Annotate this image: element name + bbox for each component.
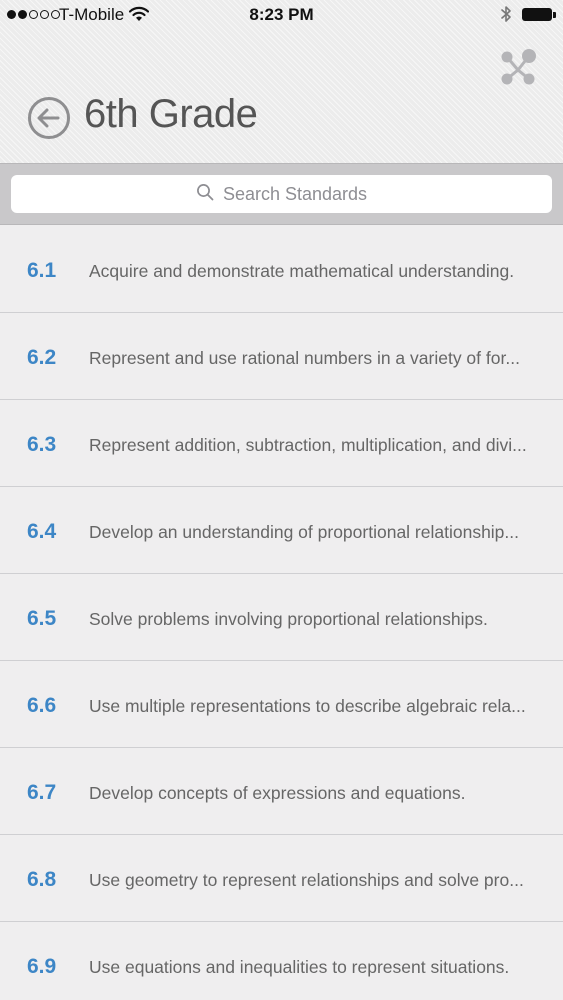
- search-input[interactable]: Search Standards: [11, 175, 552, 213]
- header: T-Mobile 8:23 PM 6th Grade: [0, 0, 563, 163]
- share-button[interactable]: [498, 48, 538, 88]
- standard-description: Develop concepts of expressions and equa…: [89, 783, 466, 803]
- screen: T-Mobile 8:23 PM 6th Grade Search Standa…: [0, 0, 563, 1000]
- standard-description: Acquire and demonstrate mathematical und…: [89, 261, 515, 281]
- standard-number: 6.1: [27, 259, 57, 282]
- status-time: 8:23 PM: [249, 5, 314, 24]
- standard-row-6-3[interactable]: 6.3 Represent addition, subtraction, mul…: [0, 400, 563, 487]
- standard-description: Represent and use rational numbers in a …: [89, 348, 520, 368]
- standard-number: 6.9: [27, 955, 57, 978]
- standard-row-6-6[interactable]: 6.6 Use multiple representations to desc…: [0, 661, 563, 748]
- standard-row-6-2[interactable]: 6.2 Represent and use rational numbers i…: [0, 313, 563, 400]
- search-placeholder: Search Standards: [222, 183, 368, 204]
- standard-row-6-5[interactable]: 6.5 Solve problems involving proportiona…: [0, 574, 563, 661]
- standard-number: 6.7: [27, 781, 57, 804]
- back-arrow-circle-icon: [28, 97, 70, 139]
- standard-row-6-8[interactable]: 6.8 Use geometry to represent relationsh…: [0, 835, 563, 922]
- status-bar: T-Mobile 8:23 PM: [0, 0, 563, 30]
- standard-number: 6.4: [27, 520, 57, 543]
- standard-number: 6.5: [27, 607, 57, 630]
- standard-row-6-1[interactable]: 6.1 Acquire and demonstrate mathematical…: [0, 226, 563, 313]
- standard-description: Represent addition, subtraction, multipl…: [89, 435, 527, 455]
- standard-description: Solve problems involving proportional re…: [89, 609, 488, 629]
- search-bar: Search Standards: [0, 163, 563, 225]
- standard-row-6-4[interactable]: 6.4 Develop an understanding of proporti…: [0, 487, 563, 574]
- share-icon: [501, 49, 536, 85]
- back-button[interactable]: [27, 96, 71, 140]
- bluetooth-icon: [500, 5, 512, 28]
- page-title: 6th Grade: [84, 92, 258, 136]
- standard-number: 6.2: [27, 346, 57, 369]
- standard-number: 6.3: [27, 433, 57, 456]
- battery-icon: [522, 8, 556, 21]
- standard-description: Use geometry to represent relationships …: [89, 870, 524, 890]
- standard-description: Develop an understanding of proportional…: [89, 522, 520, 542]
- standards-list: 6.1 Acquire and demonstrate mathematical…: [0, 226, 563, 1000]
- standard-number: 6.6: [27, 694, 57, 717]
- standard-description: Use multiple representations to describe…: [89, 696, 526, 716]
- standard-description: Use equations and inequalities to repres…: [89, 957, 510, 977]
- standard-number: 6.8: [27, 868, 57, 891]
- search-icon: [196, 183, 214, 206]
- standard-row-6-7[interactable]: 6.7 Develop concepts of expressions and …: [0, 748, 563, 835]
- standard-row-6-9[interactable]: 6.9 Use equations and inequalities to re…: [0, 922, 563, 1000]
